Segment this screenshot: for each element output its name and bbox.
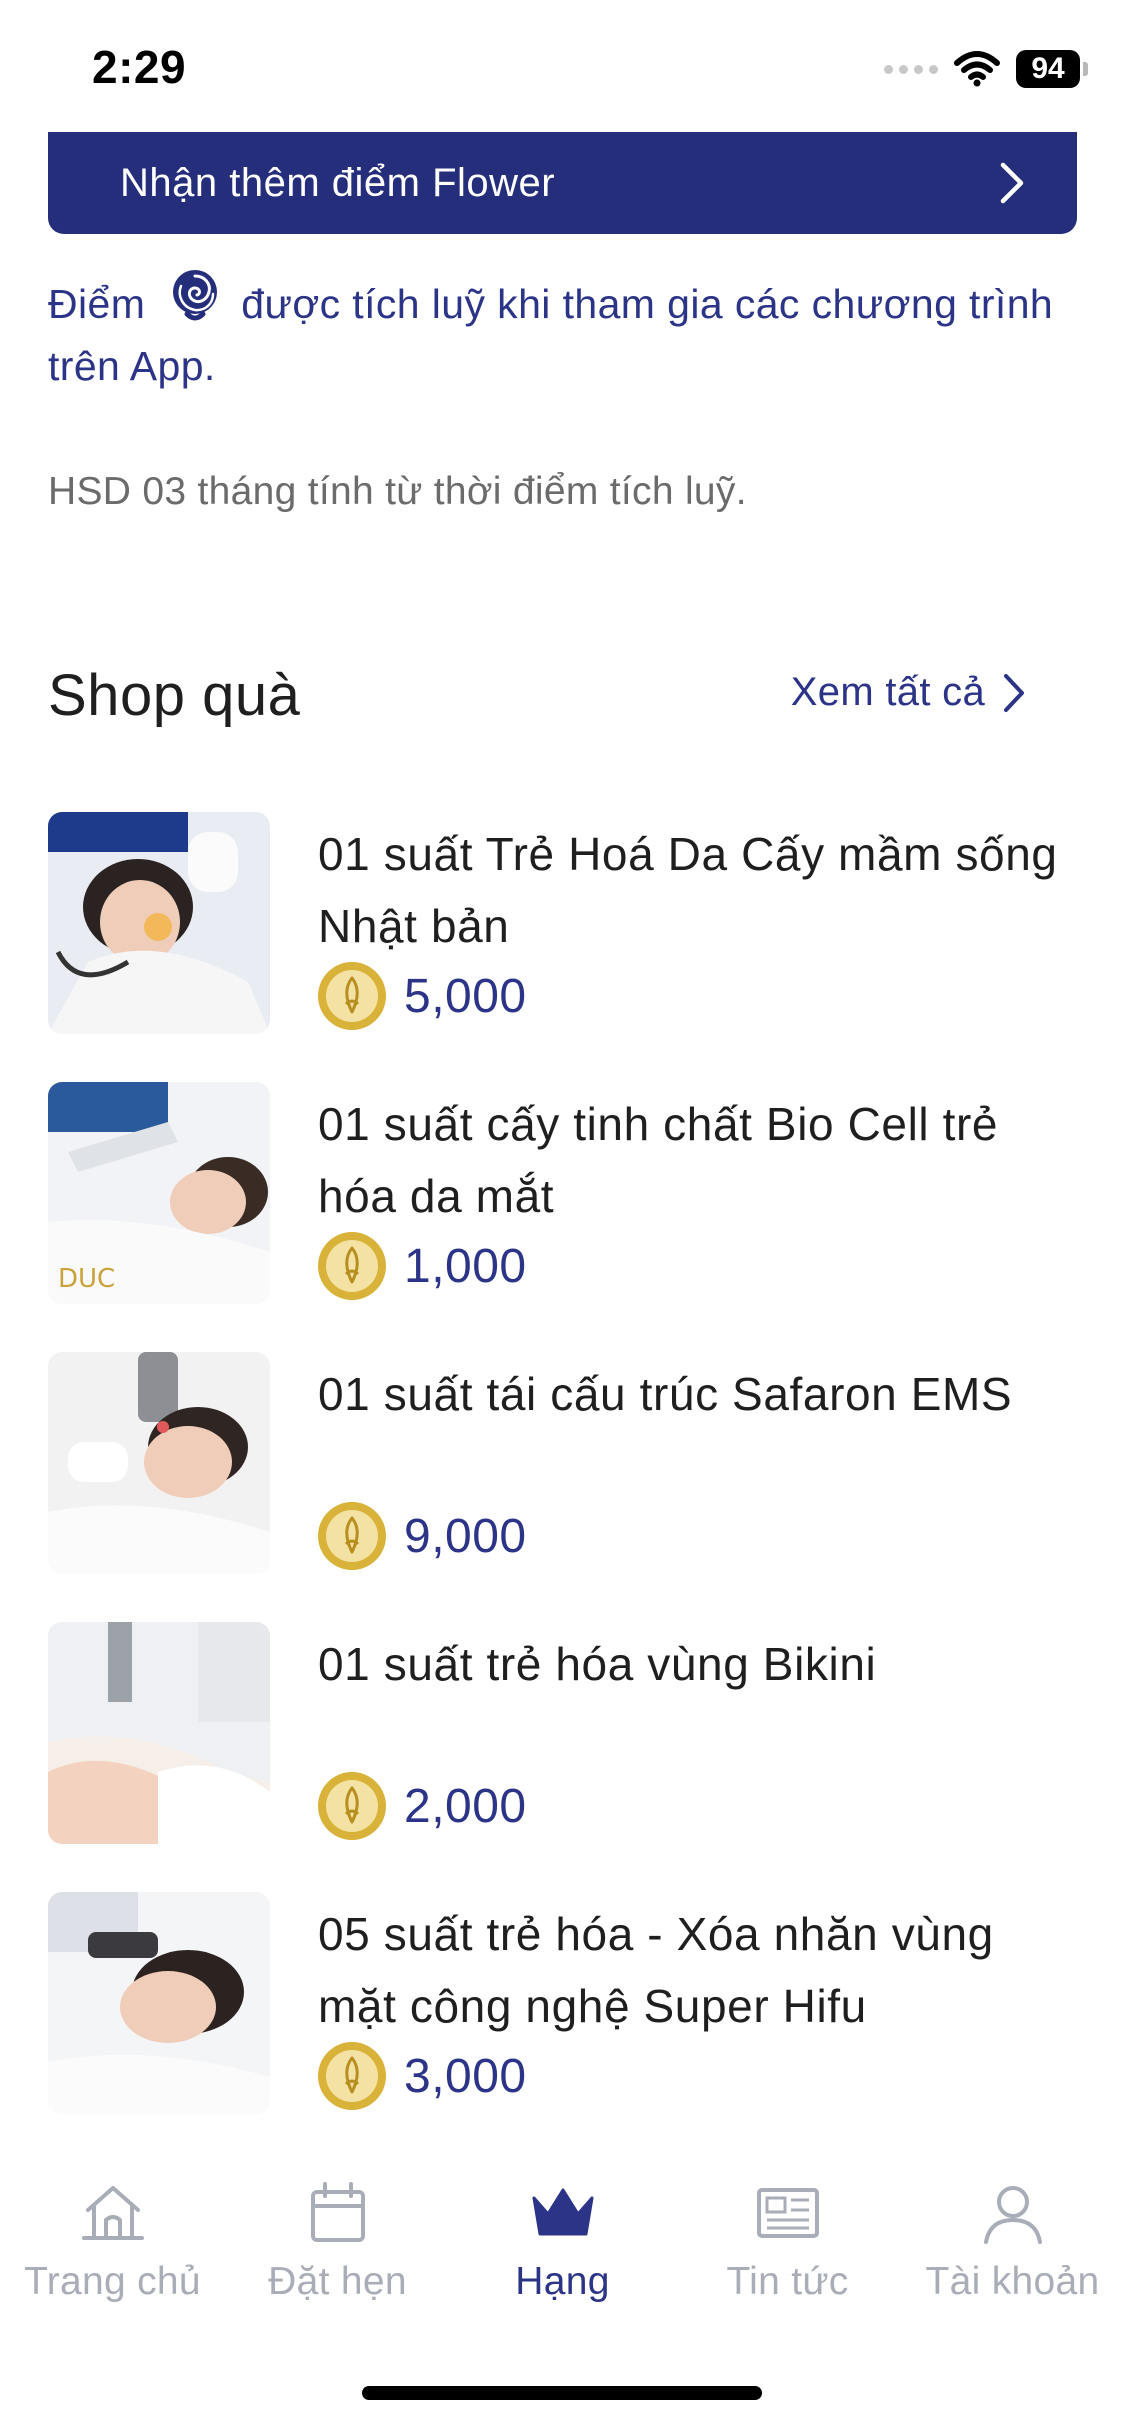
tab-news[interactable]: Tin tức [675,2180,900,2304]
tab-account[interactable]: Tài khoản [900,2180,1125,2304]
product-image [48,812,270,1034]
tab-label: Hạng [515,2260,610,2303]
gift-price: 5,000 [316,960,527,1032]
calendar-icon [310,2182,365,2242]
tab-label: Tài khoản [925,2260,1100,2303]
gift-name: 05 suất trẻ hóa - Xóa nhăn vùng mặt công… [318,1908,994,2032]
tab-rank[interactable]: Hạng [450,2180,675,2304]
shop-section-title: Shop quà [48,663,301,728]
crown-icon [532,2188,593,2236]
banner-label: Nhận thêm điểm Flower [120,160,556,205]
product-image [48,1352,270,1574]
gift-item[interactable]: 01 suất trẻ hóa vùng Bikini 2,000 [0,1622,1125,1892]
tab-home[interactable]: Trang chủ [0,2180,225,2304]
product-image: DUC [48,1082,270,1304]
gift-item[interactable]: 05 suất trẻ hóa - Xóa nhăn vùng mặt công… [0,1892,1125,2162]
gift-name: 01 suất cấy tinh chất Bio Cell trẻ hóa d… [318,1098,999,1222]
price-value: 2,000 [404,1779,527,1833]
battery-indicator: 94 [1016,50,1088,88]
price-value: 5,000 [404,969,527,1023]
cellular-signal-icon [884,64,938,74]
points-info: Điểm được tích luỹ khi tham gia các chươ… [48,264,1078,397]
gift-list: 01 suất Trẻ Hoá Da Cấy mầm sống Nhật bản… [0,812,1125,2162]
coin-icon [318,1232,386,1300]
tab-label: Tin tức [726,2260,849,2303]
gift-item[interactable]: 01 suất Trẻ Hoá Da Cấy mầm sống Nhật bản… [0,812,1125,1082]
tab-label: Đặt hẹn [268,2260,407,2303]
gift-item[interactable]: 01 suất tái cấu trúc Safaron EMS 9,000 [0,1352,1125,1622]
rose-flower-icon [173,270,218,321]
price-value: 1,000 [404,1239,527,1293]
coin-icon [318,1502,386,1570]
home-icon [81,2186,144,2240]
info-text-before: Điểm [48,281,146,327]
tab-booking[interactable]: Đặt hẹn [225,2180,450,2304]
gift-price: 1,000 [316,1230,527,1302]
status-time: 2:29 [92,41,187,93]
gift-price: 9,000 [316,1500,527,1572]
gift-price: 2,000 [316,1770,527,1842]
product-image [48,1892,270,2114]
gift-name: 01 suất trẻ hóa vùng Bikini [318,1638,877,1690]
status-bar: 2:29 94 [0,0,1125,132]
chevron-right-icon [1004,673,1024,712]
expiry-note: HSD 03 tháng tính từ thời điểm tích luỹ. [48,470,747,513]
earn-flower-points-banner[interactable]: Nhận thêm điểm Flower [48,132,1077,234]
gift-name: 01 suất Trẻ Hoá Da Cấy mầm sống Nhật bản [318,828,1058,952]
news-icon [756,2188,819,2238]
price-value: 9,000 [404,1509,527,1563]
gift-item[interactable]: DUC 01 suất cấy tinh chất Bio Cell trẻ h… [0,1082,1125,1352]
see-all-link[interactable]: Xem tất cả [791,670,1025,715]
chevron-right-icon [1000,162,1024,204]
product-image [48,1622,270,1844]
price-value: 3,000 [404,2049,527,2103]
tab-label: Trang chủ [24,2260,201,2303]
account-icon [983,2186,1042,2244]
see-all-label: Xem tất cả [790,670,985,714]
gift-name: 01 suất tái cấu trúc Safaron EMS [318,1368,1013,1420]
svg-text:DUC: DUC [58,1264,115,1294]
coin-icon [318,2042,386,2110]
coin-icon [318,1772,386,1840]
status-indicators: 94 [884,48,1088,90]
home-indicator [362,2386,762,2400]
coin-icon [318,962,386,1030]
gift-price: 3,000 [316,2040,527,2112]
wifi-icon [954,51,1000,87]
